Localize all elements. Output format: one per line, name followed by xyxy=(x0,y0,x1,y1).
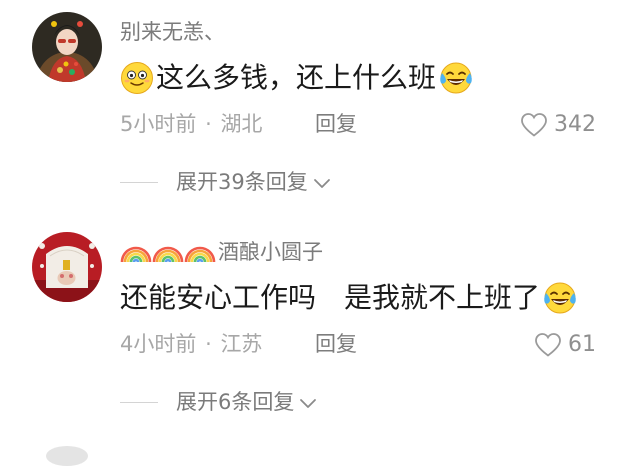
comment-item: 酒酿小圆子 还能安心工作吗 是我就不上班了 4小时前 · 江苏 回复 61 展开… xyxy=(0,220,640,430)
reply-button[interactable]: 回复 xyxy=(315,334,357,355)
comment-text: 这么多钱，还上什么班 xyxy=(156,61,437,94)
comment-location: 江苏 xyxy=(220,332,263,356)
grinning-sweat-emoji-icon xyxy=(121,62,153,94)
like-button[interactable]: 342 xyxy=(520,112,596,138)
avatar-image xyxy=(32,232,102,302)
comment-meta: 4小时前 · 江苏 xyxy=(120,334,262,355)
rainbow-badges xyxy=(120,240,216,264)
comment-content: 还能安心工作吗 是我就不上班了 xyxy=(120,280,578,316)
heart-icon xyxy=(535,333,561,357)
chevron-down-icon xyxy=(300,398,317,408)
meta-separator: · xyxy=(205,112,212,136)
divider-line xyxy=(120,402,158,403)
rainbow-icon xyxy=(120,246,152,263)
expand-replies-label: 展开39条回复 xyxy=(176,170,308,194)
divider-line xyxy=(120,182,158,183)
avatar[interactable] xyxy=(46,446,88,466)
like-count: 61 xyxy=(568,332,596,357)
comment-meta: 5小时前 · 湖北 xyxy=(120,114,262,135)
comment-content: 这么多钱，还上什么班 xyxy=(120,60,474,96)
comment-text: 还能安心工作吗 是我就不上班了 xyxy=(120,281,541,314)
comment-time: 5小时前 xyxy=(120,112,197,136)
rainbow-icon xyxy=(152,246,184,263)
expand-replies: 展开6条回复 xyxy=(120,392,318,413)
expand-replies-button[interactable]: 展开6条回复 xyxy=(176,392,318,413)
reply-button[interactable]: 回复 xyxy=(315,114,357,135)
comment-username-text: 酒酿小圆子 xyxy=(218,239,323,264)
rainbow-icon xyxy=(184,246,216,263)
like-count: 342 xyxy=(554,112,596,137)
tears-of-joy-emoji-icon xyxy=(544,282,576,314)
comment-location: 湖北 xyxy=(220,112,263,136)
meta-separator: · xyxy=(205,332,212,356)
comment-item: 别来无恙、 这么多钱，还上什么班 5小时前 · 湖北 回复 342 展开39条回… xyxy=(0,0,640,210)
comment-username[interactable]: 别来无恙、 xyxy=(120,22,225,43)
chevron-down-icon xyxy=(313,178,330,188)
expand-replies-button[interactable]: 展开39条回复 xyxy=(176,172,332,193)
avatar-image xyxy=(32,12,102,82)
avatar[interactable] xyxy=(32,12,102,82)
heart-icon xyxy=(521,113,547,137)
avatar[interactable] xyxy=(32,232,102,302)
expand-replies: 展开39条回复 xyxy=(120,172,332,193)
tears-of-joy-emoji-icon xyxy=(440,62,472,94)
expand-replies-label: 展开6条回复 xyxy=(176,390,295,414)
comment-time: 4小时前 xyxy=(120,332,197,356)
like-button[interactable]: 61 xyxy=(534,332,596,358)
comment-username[interactable]: 酒酿小圆子 xyxy=(120,240,323,264)
